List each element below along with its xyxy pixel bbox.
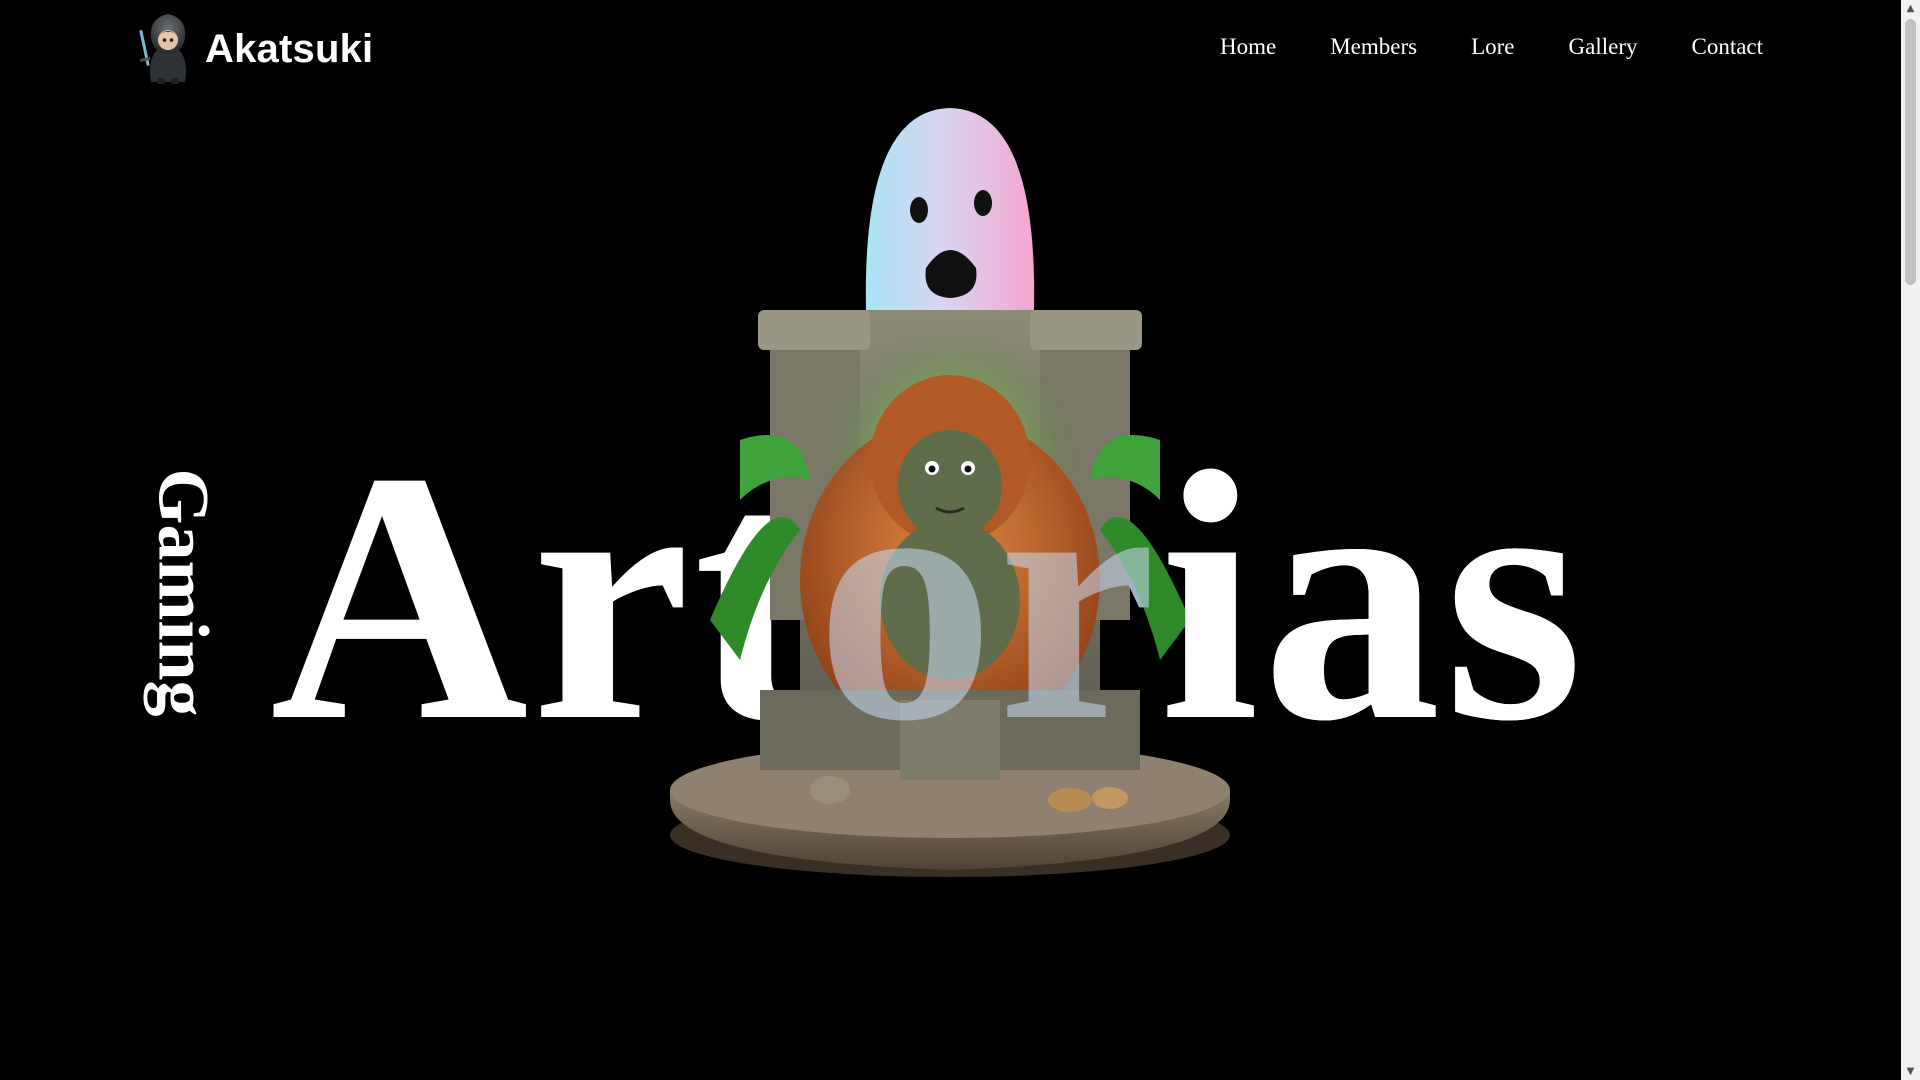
nav-home[interactable]: Home: [1220, 34, 1276, 60]
main-nav: Home Members Lore Gallery Contact: [1220, 34, 1763, 60]
brand-logo[interactable]: Akatsuki: [137, 10, 373, 88]
hero-title-mid-overlay: or: [815, 399, 1160, 795]
nav-lore[interactable]: Lore: [1471, 34, 1514, 60]
nav-contact[interactable]: Contact: [1691, 34, 1763, 60]
hero-subtitle: Gaming: [123, 462, 243, 722]
brand-name: Akatsuki: [205, 26, 374, 71]
scroll-up-arrow-icon[interactable]: ▲: [1901, 0, 1920, 17]
vertical-scrollbar[interactable]: ▲ ▼: [1901, 0, 1920, 1080]
hero-subtitle-text: Gaming: [143, 467, 224, 717]
nav-gallery[interactable]: Gallery: [1569, 34, 1638, 60]
nav-members[interactable]: Members: [1330, 34, 1417, 60]
page: Akatsuki Home Members Lore Gallery Conta…: [0, 0, 1901, 1080]
scroll-thumb[interactable]: [1905, 19, 1916, 285]
ninja-character-icon: [139, 14, 186, 84]
scroll-down-arrow-icon[interactable]: ▼: [1901, 1063, 1920, 1080]
hero-title-right-overlay: ias: [1159, 399, 1587, 795]
hero-title-overlay: Artorias: [270, 418, 1640, 776]
